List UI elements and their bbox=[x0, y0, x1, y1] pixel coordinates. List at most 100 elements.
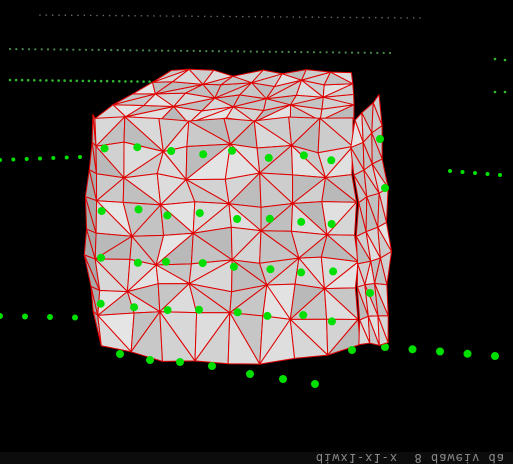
grid-point bbox=[96, 14, 98, 17]
grid-point bbox=[374, 16, 377, 19]
grid-point bbox=[78, 48, 81, 51]
grid-point bbox=[493, 57, 497, 61]
mesh-triangle bbox=[132, 81, 156, 95]
control-point bbox=[96, 299, 105, 308]
grid-point bbox=[69, 79, 72, 82]
grid-point bbox=[224, 50, 227, 53]
control-point bbox=[327, 156, 336, 165]
grid-point bbox=[45, 79, 48, 82]
grid-point bbox=[249, 50, 252, 53]
control-point bbox=[162, 257, 170, 266]
grid-point bbox=[51, 79, 54, 82]
grid-point bbox=[115, 14, 117, 17]
control-point bbox=[133, 143, 142, 152]
grid-point bbox=[324, 16, 326, 19]
grid-point bbox=[262, 50, 265, 53]
control-point bbox=[279, 375, 287, 383]
control-point bbox=[146, 356, 154, 364]
grid-point bbox=[279, 16, 282, 18]
grid-point bbox=[192, 49, 195, 53]
grid-point bbox=[51, 156, 56, 160]
grid-point bbox=[14, 78, 18, 82]
grid-point bbox=[39, 14, 41, 16]
grid-point bbox=[91, 48, 94, 52]
grid-point bbox=[142, 80, 145, 83]
grid-point bbox=[159, 15, 162, 17]
grid-point bbox=[319, 51, 322, 54]
grid-point bbox=[198, 49, 202, 53]
control-point bbox=[348, 346, 356, 354]
grid-point bbox=[382, 51, 385, 55]
grid-point bbox=[412, 17, 415, 19]
control-point bbox=[311, 380, 319, 388]
grid-point bbox=[210, 15, 212, 18]
grid-point bbox=[406, 17, 409, 19]
grid-point bbox=[211, 50, 214, 53]
control-point bbox=[195, 305, 203, 314]
scene-canvas[interactable] bbox=[0, 0, 513, 464]
grid-point bbox=[317, 16, 320, 19]
grid-point bbox=[78, 155, 82, 159]
grid-point bbox=[485, 172, 490, 176]
grid-point bbox=[148, 49, 151, 52]
grid-point bbox=[331, 51, 335, 54]
grid-point bbox=[21, 48, 24, 51]
3d-viewport[interactable] bbox=[0, 0, 513, 464]
grid-point bbox=[24, 157, 29, 161]
grid-point bbox=[254, 15, 257, 18]
control-point bbox=[97, 253, 105, 262]
grid-point bbox=[305, 16, 307, 18]
grid-point bbox=[344, 51, 347, 54]
control-point bbox=[297, 268, 306, 277]
grid-point bbox=[64, 14, 67, 16]
grid-point bbox=[179, 49, 183, 52]
grid-point bbox=[64, 155, 69, 160]
grid-point bbox=[134, 15, 136, 17]
grid-point bbox=[93, 79, 97, 83]
grid-point bbox=[235, 15, 238, 18]
grid-point bbox=[172, 15, 174, 17]
grid-point bbox=[83, 14, 86, 17]
grid-point bbox=[230, 50, 233, 53]
grid-point bbox=[387, 17, 390, 19]
control-point bbox=[163, 306, 172, 315]
grid-point bbox=[53, 48, 56, 51]
grid-point bbox=[15, 48, 18, 51]
control-point bbox=[163, 211, 172, 220]
grid-point bbox=[216, 15, 219, 18]
grid-point bbox=[89, 14, 92, 17]
grid-point bbox=[330, 16, 333, 19]
grid-point bbox=[154, 49, 157, 52]
control-point bbox=[130, 303, 139, 312]
grid-point bbox=[312, 51, 316, 54]
grid-point bbox=[77, 14, 79, 17]
grid-point bbox=[369, 51, 373, 54]
control-point bbox=[366, 289, 374, 297]
grid-point bbox=[362, 16, 364, 19]
grid-point bbox=[135, 49, 138, 52]
grid-point bbox=[400, 17, 402, 19]
grid-point bbox=[197, 15, 200, 18]
grid-point bbox=[376, 51, 379, 55]
grid-point bbox=[184, 15, 187, 17]
grid-point bbox=[105, 79, 109, 83]
grid-point bbox=[248, 15, 250, 18]
grid-point bbox=[281, 50, 284, 54]
grid-point bbox=[140, 15, 143, 17]
control-point bbox=[100, 144, 109, 153]
grid-point bbox=[267, 15, 269, 18]
grid-point bbox=[381, 16, 383, 19]
control-point bbox=[299, 151, 308, 160]
control-point bbox=[327, 220, 336, 228]
grid-point bbox=[118, 80, 121, 83]
grid-point bbox=[8, 78, 12, 82]
grid-point bbox=[72, 48, 75, 51]
grid-point bbox=[75, 79, 79, 83]
control-point bbox=[116, 350, 124, 358]
grid-point bbox=[47, 314, 53, 320]
grid-point bbox=[136, 80, 139, 83]
grid-point bbox=[103, 48, 107, 52]
grid-point bbox=[34, 48, 37, 51]
grid-point bbox=[58, 14, 60, 16]
grid-point bbox=[127, 14, 130, 17]
